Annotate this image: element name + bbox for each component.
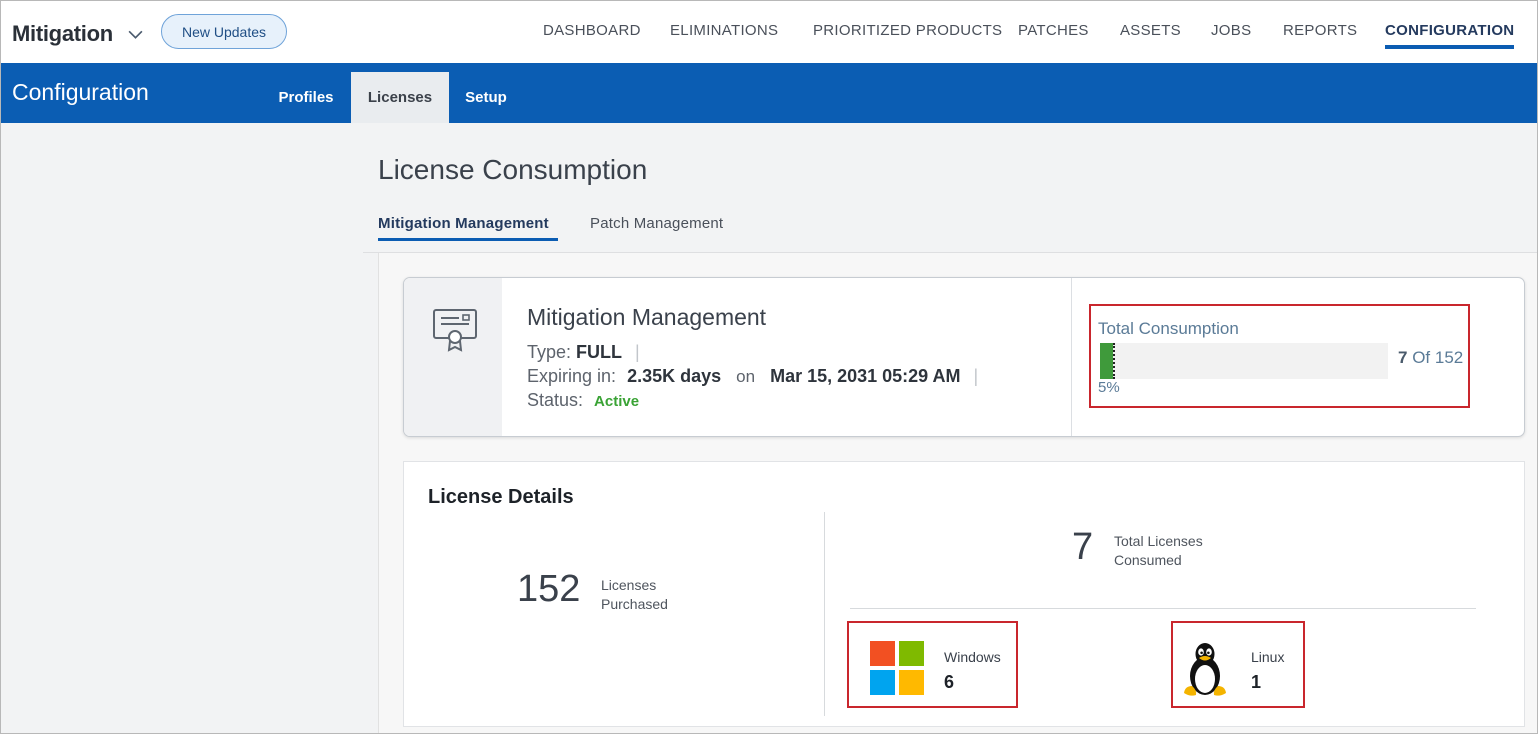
tab-patch-management[interactable]: Patch Management	[590, 215, 723, 232]
left-pane	[1, 123, 363, 733]
consumed-label-line1: Total Licenses	[1114, 533, 1203, 549]
app-window: Mitigation New Updates DASHBOARD ELIMINA…	[0, 0, 1538, 734]
consumed-of-total: Of 152	[1412, 348, 1464, 367]
consumed-count: 7	[1072, 526, 1094, 568]
main-content: License Consumption Mitigation Managemen…	[363, 123, 1537, 733]
license-type-line: Type: FULL |	[527, 342, 640, 363]
linux-label: Linux	[1251, 649, 1285, 665]
nav-assets[interactable]: ASSETS	[1120, 22, 1181, 39]
expiring-value: 2.35K days	[627, 366, 722, 386]
subtab-setup[interactable]: Setup	[451, 72, 521, 123]
subtab-profiles[interactable]: Profiles	[263, 72, 349, 123]
windows-label: Windows	[944, 649, 1001, 665]
license-status-line: Status: Active	[527, 390, 639, 411]
license-summary-card: Mitigation Management Type: FULL | Expir…	[403, 277, 1525, 437]
nav-prioritized-products[interactable]: PRIORITIZED PRODUCTS	[813, 22, 1002, 39]
windows-license-box: Windows 6	[847, 621, 1018, 708]
windows-logo-icon	[870, 641, 924, 695]
separator: |	[973, 366, 979, 386]
top-bar: Mitigation New Updates DASHBOARD ELIMINA…	[1, 1, 1537, 63]
expiring-label: Expiring in:	[527, 366, 617, 386]
license-details-title: License Details	[428, 486, 574, 508]
section-bar: Configuration Profiles Licenses Setup	[1, 63, 1537, 123]
license-icon-area	[404, 278, 502, 436]
consumption-count: 7 Of 152	[1398, 348, 1463, 368]
purchased-label-line1: Licenses	[601, 577, 657, 593]
linux-penguin-icon	[1184, 643, 1226, 696]
nav-configuration[interactable]: CONFIGURATION	[1385, 22, 1514, 39]
license-expiry-line: Expiring in: 2.35K days on Mar 15, 2031 …	[527, 366, 978, 387]
purchased-count: 152	[517, 568, 581, 610]
license-name: Mitigation Management	[527, 304, 767, 330]
purchased-label-line2: Purchased	[601, 596, 668, 612]
windows-count: 6	[944, 672, 955, 692]
total-consumption-highlight: Total Consumption 7 Of 152 5%	[1089, 304, 1470, 408]
type-value: FULL	[576, 342, 623, 362]
details-horizontal-divider	[850, 608, 1476, 609]
nav-eliminations[interactable]: ELIMINATIONS	[670, 22, 778, 39]
license-details-panel: License Details 152 Licenses Purchased 7…	[403, 461, 1525, 727]
consumption-percent: 5%	[1098, 379, 1120, 396]
certificate-icon	[433, 309, 477, 352]
nav-dashboard[interactable]: DASHBOARD	[543, 22, 641, 39]
consumption-progress-fill	[1100, 343, 1114, 379]
consumption-progress-bar	[1100, 343, 1388, 379]
status-badge: Active	[594, 393, 640, 410]
purchased-label: Licenses Purchased	[601, 576, 668, 614]
nav-patches[interactable]: PATCHES	[1018, 22, 1089, 39]
tab-mitigation-management[interactable]: Mitigation Management	[378, 215, 549, 232]
linux-count: 1	[1251, 672, 1262, 692]
section-title: Configuration	[12, 79, 149, 105]
active-nav-indicator	[1385, 45, 1514, 49]
consumed-label-line2: Consumed	[1114, 552, 1182, 568]
page-title: License Consumption	[378, 154, 648, 185]
active-tab-indicator	[378, 238, 558, 241]
consumption-title: Total Consumption	[1098, 319, 1239, 338]
top-navigation: DASHBOARD ELIMINATIONS PRIORITIZED PRODU…	[1, 1, 1537, 63]
type-label: Type:	[527, 342, 572, 362]
nav-jobs[interactable]: JOBS	[1211, 22, 1251, 39]
consumption-progress-marker	[1113, 343, 1116, 379]
expiry-date: Mar 15, 2031 05:29 AM	[770, 366, 961, 386]
consumed-value: 7	[1398, 348, 1408, 367]
linux-license-box: Linux 1	[1171, 621, 1305, 708]
details-vertical-divider	[824, 512, 825, 716]
on-label: on	[736, 367, 756, 386]
consumed-label: Total Licenses Consumed	[1114, 532, 1203, 570]
card-divider	[1071, 278, 1072, 436]
status-label: Status:	[527, 390, 584, 410]
nav-reports[interactable]: REPORTS	[1283, 22, 1357, 39]
separator: |	[635, 342, 640, 362]
subtab-licenses[interactable]: Licenses	[351, 72, 449, 123]
